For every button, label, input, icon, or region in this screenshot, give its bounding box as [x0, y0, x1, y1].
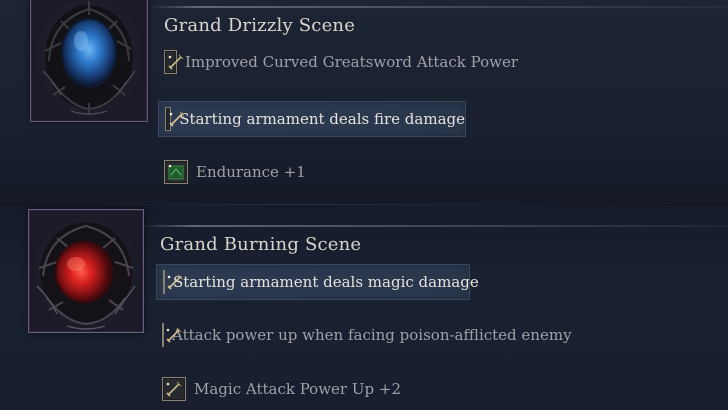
relic-effect-row[interactable]: Improved Curved Greatsword Attack Power [158, 45, 518, 79]
relic-effect-row[interactable]: Endurance +1 [158, 155, 358, 189]
relic-panel-burning[interactable]: Grand Burning Scene Starting armament de… [0, 205, 728, 410]
relic-effect-row[interactable]: Attack power up when facing poison-affli… [156, 318, 572, 352]
relic-panel-drizzly[interactable]: Grand Drizzly Scene Improved Curved Grea… [0, 0, 728, 205]
relic-title: Grand Drizzly Scene [164, 15, 356, 36]
relic-effect-row[interactable]: Magic Attack Power Up +2 [156, 372, 406, 406]
header-divider-line [144, 225, 728, 227]
relic-image-frame[interactable] [30, 0, 148, 122]
relic-image-frame[interactable] [28, 209, 144, 333]
blue-relic-icon [42, 1, 136, 115]
sword-icon [162, 377, 186, 401]
effect-label: Attack power up when facing poison-affli… [172, 326, 572, 344]
effect-label: Starting armament deals fire damage [179, 110, 465, 128]
sword-icon [164, 50, 184, 74]
sword-icon [163, 270, 183, 294]
relic-title: Grand Burning Scene [160, 234, 362, 255]
effect-label: Endurance +1 [196, 163, 306, 181]
sword-icon [162, 323, 182, 347]
sword-icon [165, 107, 185, 131]
effect-label: Magic Attack Power Up +2 [194, 380, 401, 398]
relic-effect-row-selected[interactable]: Starting armament deals fire damage [158, 101, 466, 137]
effect-label: Starting armament deals magic damage [173, 273, 479, 291]
green-stat-icon [164, 160, 188, 184]
header-divider-line [150, 6, 728, 8]
red-relic-icon [36, 222, 136, 330]
effect-label: Improved Curved Greatsword Attack Power [184, 53, 518, 71]
relic-effect-row-selected[interactable]: Starting armament deals magic damage [156, 264, 479, 300]
